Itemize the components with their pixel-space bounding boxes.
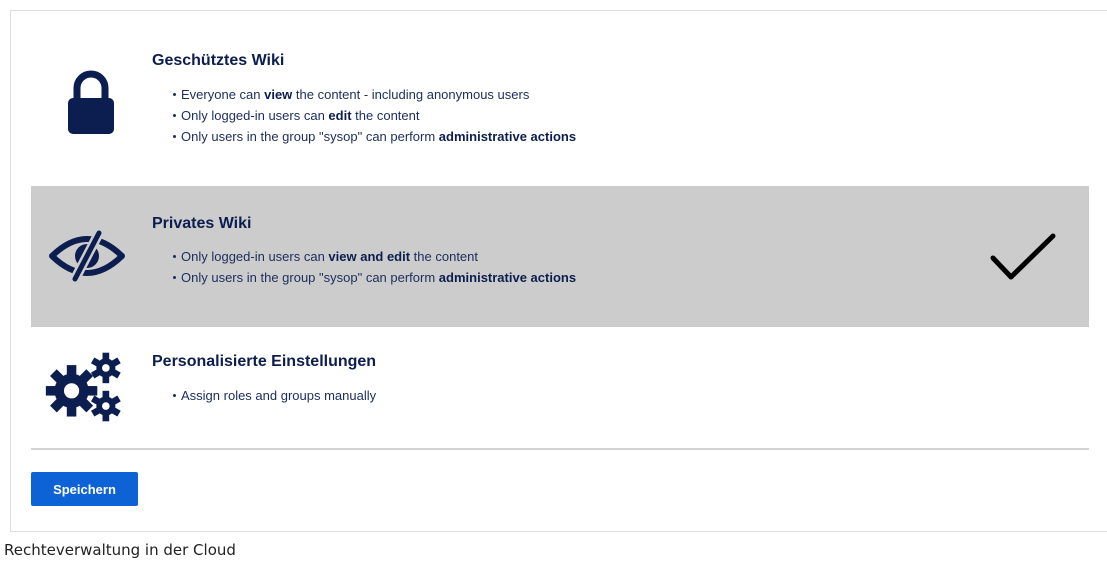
option-title: Personalisierte Einstellungen (152, 353, 377, 370)
figure-caption: Rechteverwaltung in der Cloud (4, 541, 236, 559)
option-protected-wiki[interactable]: Geschütztes Wiki Everyone can view the c… (31, 42, 1089, 184)
option-private-wiki[interactable]: Privates Wiki Only logged-in users can v… (31, 186, 1089, 327)
gears-icon (43, 347, 123, 427)
option-bullets: Assign roles and groups manually (173, 385, 376, 406)
bullet-item: Assign roles and groups manually (173, 385, 376, 406)
option-custom-settings[interactable]: Personalisierte Einstellungen Assign rol… (31, 339, 1089, 439)
option-bullets: Only logged-in users can view and edit t… (173, 246, 576, 288)
bullet-item: Only users in the group "sysop" can perf… (173, 126, 576, 147)
eye-slash-icon (47, 226, 127, 286)
checkmark-icon (990, 233, 1056, 280)
bullet-item: Only users in the group "sysop" can perf… (173, 267, 576, 288)
bullet-item: Only logged-in users can edit the conten… (173, 105, 576, 126)
option-title: Geschütztes Wiki (152, 52, 285, 69)
option-title: Privates Wiki (152, 215, 252, 232)
lock-icon (51, 68, 131, 136)
bullet-item: Everyone can view the content - includin… (173, 84, 576, 105)
save-button[interactable]: Speichern (31, 472, 138, 506)
bullet-item: Only logged-in users can view and edit t… (173, 246, 576, 267)
divider (31, 448, 1089, 450)
option-bullets: Everyone can view the content - includin… (173, 84, 576, 147)
